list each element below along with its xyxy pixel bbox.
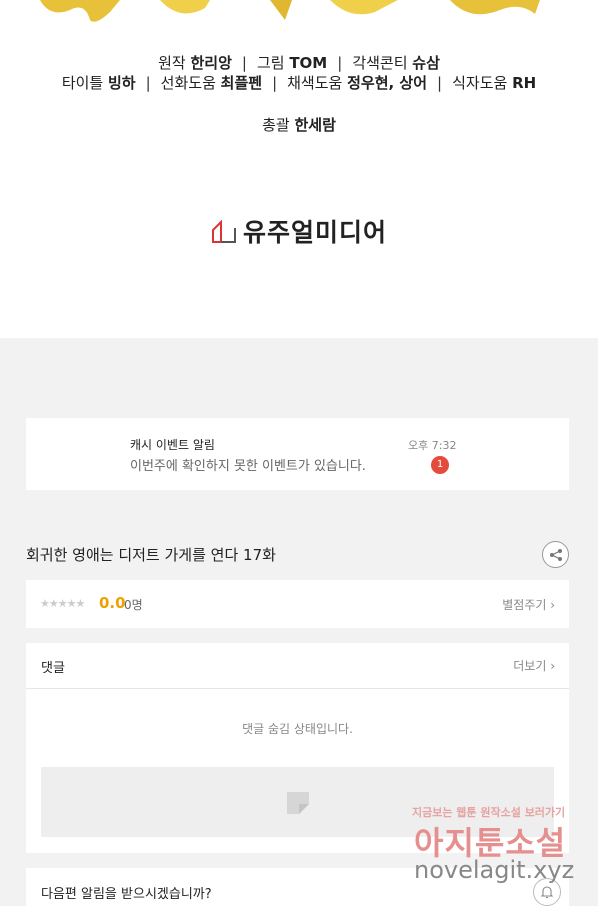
watermark-url: novelagit.xyz bbox=[414, 856, 575, 884]
credit-title: 타이틀 빙하 bbox=[61, 74, 136, 92]
credit-original: 원작 한리앙 bbox=[158, 54, 232, 72]
publisher-name: 유주얼미디어 bbox=[242, 218, 387, 247]
credit-lineart: 선화도움 최플펜 bbox=[160, 74, 263, 92]
title-artwork-strip bbox=[40, 0, 540, 22]
image-placeholder-icon bbox=[287, 792, 309, 814]
episode-title: 회귀한 영애는 디저트 가게를 연다 17화 bbox=[26, 546, 276, 564]
credit-adaptation: 각색콘티 슈삼 bbox=[352, 54, 440, 72]
rating-score: 0.0 bbox=[99, 594, 126, 612]
comments-header: 댓글 bbox=[41, 661, 65, 676]
watermark: 지금보는 웹툰 원작소설 보러가기 아지툰소설 novelagit.xyz bbox=[410, 804, 595, 884]
publisher-logo-icon bbox=[211, 220, 236, 243]
credits-line-3: 총괄 한세람 bbox=[262, 116, 336, 134]
credits-line-2: 타이틀 빙하 | 선화도움 최플펜 | 채색도움 정우현, 상어 | 식자도움 RH bbox=[61, 74, 537, 92]
share-button[interactable] bbox=[542, 541, 569, 568]
credit-coloring: 채색도움 정우현, 상어 bbox=[287, 74, 428, 92]
notification-text: 이번주에 확인하지 못한 이벤트가 있습니다. bbox=[130, 459, 366, 474]
rating-count: 0명 bbox=[124, 598, 143, 612]
comments-hidden-text: 댓글 숨김 상태입니다. bbox=[242, 722, 353, 736]
publisher-logo: 유주얼미디어 bbox=[0, 213, 598, 249]
credits-line-1: 원작 한리앙 | 그림 TOM | 각색콘티 슈삼 bbox=[158, 54, 440, 72]
notification-title: 캐시 이벤트 알림 bbox=[130, 438, 215, 452]
credit-art: 그림 TOM bbox=[256, 54, 328, 72]
divider bbox=[26, 688, 569, 689]
rating-card: ★★★★★ 0.0 0명 별점주기 › bbox=[26, 580, 569, 628]
notification-time: 오후 7:32 bbox=[408, 439, 457, 452]
notification-badge: 1 bbox=[431, 456, 449, 474]
next-alert-label: 다음편 알림을 받으시겠습니까? bbox=[41, 887, 212, 902]
bell-icon bbox=[540, 886, 554, 899]
comments-more-link[interactable]: 더보기 › bbox=[513, 657, 555, 674]
credits-section: 원작 한리앙 | 그림 TOM | 각색콘티 슈삼 타이틀 빙하 | 선화도움 최플펜 | 채색… bbox=[0, 0, 598, 338]
credit-lettering: 식자도움 RH bbox=[452, 74, 537, 92]
share-icon bbox=[549, 548, 562, 561]
cash-event-notification[interactable]: 캐시 이벤트 알림 이번주에 확인하지 못한 이벤트가 있습니다. 오후 7:3… bbox=[26, 418, 569, 490]
rate-button[interactable]: 별점주기 › bbox=[502, 596, 555, 613]
rating-stars: ★★★★★ bbox=[40, 597, 85, 610]
